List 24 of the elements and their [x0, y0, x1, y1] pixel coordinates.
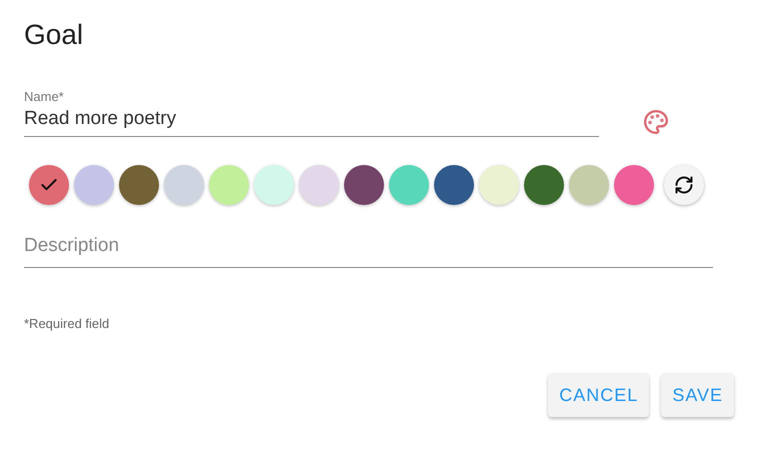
color-swatch[interactable] — [569, 165, 609, 205]
save-button[interactable]: SAVE — [661, 373, 734, 417]
palette-icon[interactable] — [643, 109, 669, 135]
field-label: Name* — [24, 89, 65, 104]
color-swatch[interactable] — [209, 165, 249, 205]
color-swatch[interactable] — [164, 165, 204, 205]
cancel-button[interactable]: CANCEL — [548, 373, 650, 417]
color-swatch[interactable] — [614, 165, 654, 205]
color-swatch[interactable] — [344, 165, 384, 205]
refresh-button[interactable] — [664, 165, 704, 205]
dialog-title: Goal — [24, 18, 84, 52]
color-swatch[interactable] — [254, 165, 294, 205]
color-swatch[interactable] — [524, 165, 564, 205]
color-swatch[interactable] — [389, 165, 429, 205]
color-swatch[interactable] — [74, 165, 114, 205]
color-swatch[interactable] — [119, 165, 159, 205]
required-note: *Required field — [24, 316, 110, 331]
color-swatch[interactable] — [479, 165, 519, 205]
color-swatch[interactable] — [29, 165, 69, 205]
color-swatch[interactable] — [299, 165, 339, 205]
description-field[interactable]: Description — [24, 235, 713, 268]
color-swatch[interactable] — [434, 165, 474, 205]
name-field[interactable]: Read more poetry — [24, 108, 599, 137]
refresh-icon — [674, 175, 694, 195]
